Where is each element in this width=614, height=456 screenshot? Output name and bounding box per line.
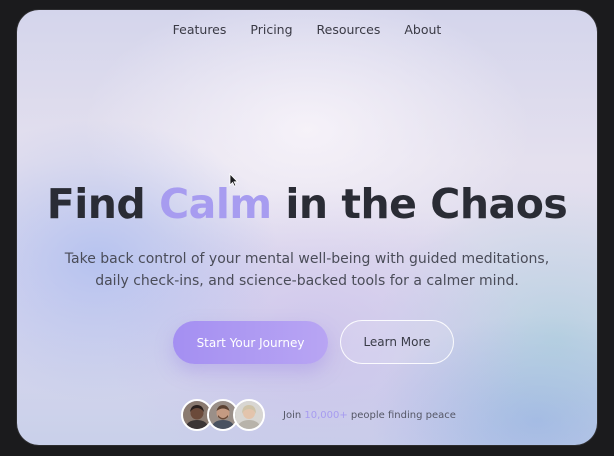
nav-item-resources[interactable]: Resources xyxy=(317,22,381,37)
headline-text-start: Find xyxy=(46,180,160,228)
top-nav: Features Pricing Resources About xyxy=(17,22,597,37)
subtitle-line-2: daily check-ins, and science-backed tool… xyxy=(95,273,519,289)
nav-item-about[interactable]: About xyxy=(404,22,441,37)
social-proof-suffix: people finding peace xyxy=(347,409,456,421)
social-proof-text: Join 10,000+ people finding peace xyxy=(283,410,456,421)
subtitle-line-1: Take back control of your mental well-be… xyxy=(64,251,550,267)
social-proof: Join 10,000+ people finding peace xyxy=(181,398,456,432)
hero-headline: Find Calm in the Chaos xyxy=(17,180,597,228)
start-journey-button[interactable]: Start Your Journey xyxy=(173,321,328,364)
avatar xyxy=(233,399,265,431)
nav-item-pricing[interactable]: Pricing xyxy=(250,22,292,37)
hero-panel: Features Pricing Resources About Find Ca… xyxy=(17,10,597,445)
nav-item-features[interactable]: Features xyxy=(173,22,227,37)
learn-more-button[interactable]: Learn More xyxy=(340,320,454,364)
headline-text-end: in the Chaos xyxy=(271,180,568,228)
user-count: 10,000+ xyxy=(304,409,348,421)
avatar-group xyxy=(181,399,265,431)
hero-subtitle: Take back control of your mental well-be… xyxy=(57,248,557,292)
social-proof-prefix: Join xyxy=(283,409,305,421)
headline-accent-word: Calm xyxy=(159,180,272,228)
